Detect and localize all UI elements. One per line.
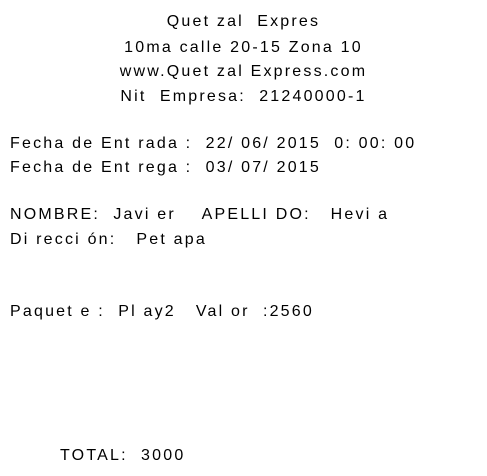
package-line: Paquet e : Pl ay2 Val or :2560 — [10, 303, 314, 320]
total-line: TOTAL: 3000 — [60, 447, 186, 464]
company-tax-id: Nit Empresa: 21240000-1 — [120, 88, 367, 105]
company-name: Quet zal Expres — [166, 13, 321, 30]
customer-name: NOMBRE: Javi er APELLI DO: Hevi a — [10, 206, 390, 223]
company-website: www.Quet zal Express.com — [119, 63, 368, 80]
delivery-date: Fecha de Ent rega : 03/ 07/ 2015 — [10, 159, 321, 176]
company-address: 10ma calle 20-15 Zona 10 — [124, 39, 363, 56]
customer-address: Di recci ón: Pet apa — [10, 231, 207, 248]
entry-date: Fecha de Ent rada : 22/ 06/ 2015 0: 00: … — [10, 135, 417, 152]
